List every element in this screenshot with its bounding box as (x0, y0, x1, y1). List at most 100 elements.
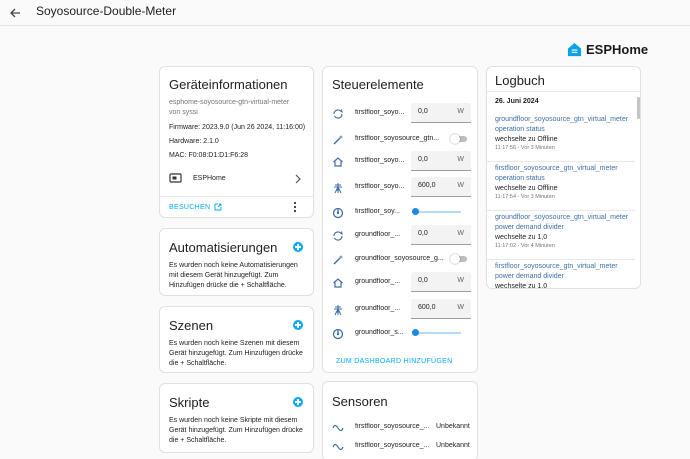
top-app-bar: Soyosource-Double-Meter (0, 0, 690, 26)
scripts-title: Skripte (169, 395, 210, 410)
add-automation-icon[interactable] (293, 242, 303, 252)
home-icon (332, 155, 344, 167)
sensor-row[interactable]: firstfloor_soyosource_... Unbekannt (323, 420, 477, 434)
automations-card: Automatisierungen Es wurden noch keine A… (159, 228, 314, 296)
slider-track (415, 332, 461, 334)
number-input[interactable]: 0,0 W (411, 225, 471, 245)
sensors-card: Sensoren firstfloor_soyosource_... Unbeka… (322, 381, 478, 459)
scripts-card: Skripte Es wurden noch keine Skripte mit… (159, 383, 314, 453)
tower-icon (332, 303, 344, 316)
number-value: 600,0 (418, 182, 436, 189)
control-row: groundfloor_... 600,0 W (323, 299, 477, 319)
refresh-icon (332, 107, 344, 119)
control-label[interactable]: groundfloor_... (355, 278, 400, 285)
tower-icon (332, 181, 344, 194)
control-row: firstfloor_soyo... 600,0 W (323, 177, 477, 197)
number-unit: W (457, 230, 464, 237)
logbook-entry[interactable]: firstfloor_soyosource_gtn_virtual_meter … (495, 164, 635, 200)
control-label[interactable]: firstfloor_soy... (355, 208, 400, 215)
logbook-entity-link[interactable]: firstfloor_soyosource_gtn_virtual_meter … (495, 262, 635, 282)
control-label[interactable]: firstfloor_soyosource_gtn... (355, 135, 439, 142)
control-row: firstfloor_soyosource_gtn... (323, 129, 477, 149)
control-row: groundfloor_... 0,0 W (323, 225, 477, 245)
logbook-entry[interactable]: firstfloor_soyosource_gtn_virtual_meter … (495, 262, 635, 289)
logbook-entity-link[interactable]: firstfloor_soyosource_gtn_virtual_meter … (495, 164, 635, 184)
controls-title: Steuerelemente (332, 77, 424, 92)
device-info-divider (160, 196, 313, 197)
automations-empty-text: Es wurden noch keine Automatisierungen m… (169, 262, 298, 289)
device-hardware: Hardware: 2.1.0 (169, 138, 219, 145)
logbook-entity-link[interactable]: groundfloor_soyosource_gtn_virtual_meter… (495, 115, 635, 135)
gauge-icon (332, 327, 344, 340)
add-script-icon[interactable] (293, 397, 303, 407)
integration-row[interactable]: ESPHome (160, 170, 313, 188)
logbook-change: wechselte zu Offline (495, 136, 558, 143)
control-label[interactable]: groundfloor_soyosource_g... (355, 255, 444, 262)
control-label[interactable]: firstfloor_soyo... (355, 109, 404, 116)
toggle-knob (450, 134, 460, 144)
number-unit: W (457, 277, 464, 284)
control-label[interactable]: groundfloor_s... (355, 329, 404, 336)
logbook-entry[interactable]: groundfloor_soyosource_gtn_virtual_meter… (495, 115, 635, 151)
automations-title: Automatisierungen (169, 240, 278, 255)
logbook-change: wechselte zu 1,0 (495, 283, 548, 289)
add-scene-icon[interactable] (293, 320, 303, 330)
number-unit: W (457, 182, 464, 189)
page-title: Soyosource-Double-Meter (36, 4, 177, 18)
sensor-value: Unbekannt (436, 423, 470, 430)
toggle-switch[interactable] (450, 134, 468, 144)
control-row: firstfloor_soy... (323, 202, 477, 222)
slider-knob[interactable] (412, 208, 419, 215)
add-to-dashboard-button[interactable]: ZUM DASHBOARD HINZUFÜGEN (336, 358, 452, 365)
control-label[interactable]: firstfloor_soyo... (355, 157, 404, 164)
slider[interactable] (412, 207, 461, 217)
slider-knob[interactable] (412, 329, 419, 336)
sensor-label: firstfloor_soyosource_... (355, 442, 430, 449)
esphome-logo: ESPHome (567, 41, 648, 57)
number-unit: W (457, 304, 464, 311)
logbook-time: 11:17:02 - Vor 4 Minuten (495, 243, 555, 249)
scenes-empty-text: Es wurden noch keine Szenen mit diesem G… (169, 340, 303, 367)
slider-track (415, 211, 461, 213)
back-arrow-icon[interactable] (6, 3, 26, 23)
control-label[interactable]: groundfloor_... (355, 305, 400, 312)
wand-icon (332, 253, 344, 265)
home-icon (332, 276, 344, 288)
integration-label: ESPHome (193, 175, 226, 182)
logbook-scrollbar[interactable] (637, 97, 640, 119)
logbook-entry-divider (487, 259, 635, 260)
visit-button[interactable]: BESUCHEN (169, 201, 222, 213)
number-input[interactable]: 600,0 W (411, 299, 471, 319)
sensor-row[interactable]: firstfloor_soyosource_... Unbekannt (323, 439, 477, 453)
number-input[interactable]: 0,0 W (411, 151, 471, 171)
scenes-title: Szenen (169, 318, 214, 333)
number-input[interactable]: 600,0 W (411, 177, 471, 197)
device-firmware: Firmware: 2023.9.0 (Jun 26 2024, 11:16:0… (169, 124, 306, 131)
logbook-time: 11:17:56 - Vor 3 Minuten (495, 145, 555, 151)
control-label[interactable]: firstfloor_soyo... (355, 183, 404, 190)
gauge-icon (332, 206, 344, 219)
device-info-title: Geräteinformationen (169, 77, 288, 92)
number-unit: W (457, 156, 464, 163)
esphome-house-icon (567, 42, 582, 56)
logbook-entry[interactable]: groundfloor_soyosource_gtn_virtual_meter… (495, 213, 635, 249)
number-input[interactable]: 0,0 W (411, 103, 471, 123)
number-input[interactable]: 0,0 W (411, 272, 471, 292)
device-info-card: Geräteinformationen esphome-soyosource-g… (159, 66, 314, 218)
logbook-change: wechselte zu 1,0 (495, 234, 548, 241)
control-row: groundfloor_s... (323, 323, 477, 343)
slider[interactable] (412, 328, 461, 338)
more-vertical-icon[interactable] (292, 201, 298, 213)
number-value: 0,0 (418, 156, 428, 163)
control-row: firstfloor_soyo... 0,0 W (323, 103, 477, 123)
open-in-new-icon (214, 203, 222, 211)
wand-icon (332, 133, 344, 145)
chevron-right-icon (295, 174, 301, 184)
control-label[interactable]: groundfloor_... (355, 231, 400, 238)
logbook-entity-link[interactable]: groundfloor_soyosource_gtn_virtual_meter… (495, 213, 635, 233)
logbook-entry-divider (487, 210, 635, 211)
sine-icon (332, 421, 344, 433)
toggle-switch[interactable] (450, 254, 468, 264)
control-row: groundfloor_... 0,0 W (323, 272, 477, 292)
sensor-label: firstfloor_soyosource_... (355, 423, 430, 430)
